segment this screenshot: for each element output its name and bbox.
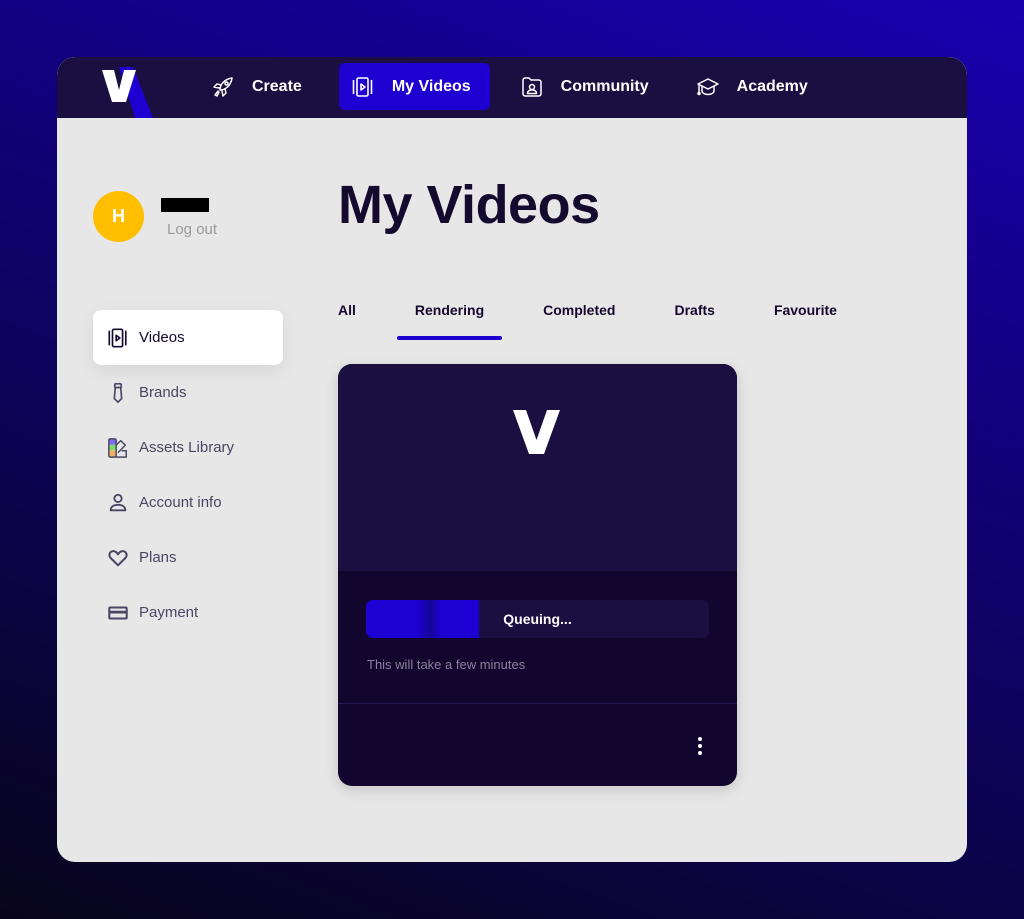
tie-icon xyxy=(107,382,129,404)
video-filter-tabs: All Rendering Completed Drafts Favourite xyxy=(338,301,837,343)
color-palette-icon xyxy=(107,437,129,459)
sidebar-item-assets-library[interactable]: Assets Library xyxy=(93,420,283,475)
user-icon xyxy=(107,492,129,514)
video-frame-icon xyxy=(350,74,376,100)
sidebar-item-label: Assets Library xyxy=(139,439,235,456)
sidebar-item-brands[interactable]: Brands xyxy=(93,365,283,420)
tab-label: Drafts xyxy=(674,302,715,318)
user-name-redacted xyxy=(161,198,209,212)
tab-favourite[interactable]: Favourite xyxy=(774,301,837,341)
render-progress-bar: Queuing... xyxy=(366,600,709,638)
nav-academy-label: Academy xyxy=(736,77,808,95)
tab-drafts[interactable]: Drafts xyxy=(674,301,714,341)
tab-label: Rendering xyxy=(414,302,485,318)
user-profile: H Log out xyxy=(93,191,217,242)
tab-all[interactable]: All xyxy=(338,301,356,341)
credit-card-icon xyxy=(107,602,129,624)
nav-community-label: Community xyxy=(560,77,649,95)
sidebar-item-label: Plans xyxy=(139,549,177,566)
sidebar-item-plans[interactable]: Plans xyxy=(93,530,283,585)
top-navigation-bar: Create My Videos Community Academy xyxy=(57,57,967,118)
sidebar-item-label: Brands xyxy=(139,384,187,401)
logout-link[interactable]: Log out xyxy=(167,221,217,238)
sidebar-item-payment[interactable]: Payment xyxy=(93,585,283,640)
graduation-cap-icon xyxy=(695,74,721,100)
tab-completed[interactable]: Completed xyxy=(543,301,615,341)
nav-academy[interactable]: Academy xyxy=(684,63,827,110)
avatar[interactable]: H xyxy=(93,191,144,242)
video-frame-icon xyxy=(107,327,129,349)
nav-community[interactable]: Community xyxy=(508,63,668,110)
video-card[interactable]: Queuing... This will take a few minutes xyxy=(338,364,737,786)
app-logo[interactable] xyxy=(97,57,157,118)
progress-status-label: Queuing... xyxy=(503,611,572,627)
nav-my-videos[interactable]: My Videos xyxy=(338,63,490,110)
sidebar-item-account-info[interactable]: Account info xyxy=(93,475,283,530)
tab-label: Favourite xyxy=(773,302,837,318)
render-status: Queuing... This will take a few minutes xyxy=(338,571,737,703)
video-thumbnail[interactable] xyxy=(338,364,737,571)
sidebar-item-label: Payment xyxy=(139,604,199,621)
more-options-button[interactable] xyxy=(693,734,707,758)
nav-my-videos-label: My Videos xyxy=(391,77,471,95)
page-title: My Videos xyxy=(338,175,600,235)
thumbnail-logo xyxy=(513,410,560,454)
sidebar-item-label: Videos xyxy=(139,329,185,346)
nav-create-label: Create xyxy=(252,77,302,95)
sidebar-item-videos[interactable]: Videos xyxy=(93,310,283,365)
rocket-icon xyxy=(210,74,236,100)
sidebar: Videos Brands Assets Library Account inf… xyxy=(93,310,283,640)
nav-create[interactable]: Create xyxy=(199,63,321,110)
render-eta-text: This will take a few minutes xyxy=(367,657,526,672)
tab-label: All xyxy=(338,302,356,318)
main-nav: Create My Videos Community Academy xyxy=(199,63,827,110)
more-vertical-icon xyxy=(698,737,702,741)
active-tab-indicator xyxy=(396,336,503,340)
folder-user-icon xyxy=(519,74,545,100)
sidebar-item-label: Account info xyxy=(139,494,222,511)
card-divider xyxy=(338,703,737,704)
heart-icon xyxy=(107,547,129,569)
app-window: Create My Videos Community Academy H Log… xyxy=(57,57,967,862)
tab-rendering[interactable]: Rendering xyxy=(396,301,503,341)
tab-label: Completed xyxy=(543,302,616,318)
